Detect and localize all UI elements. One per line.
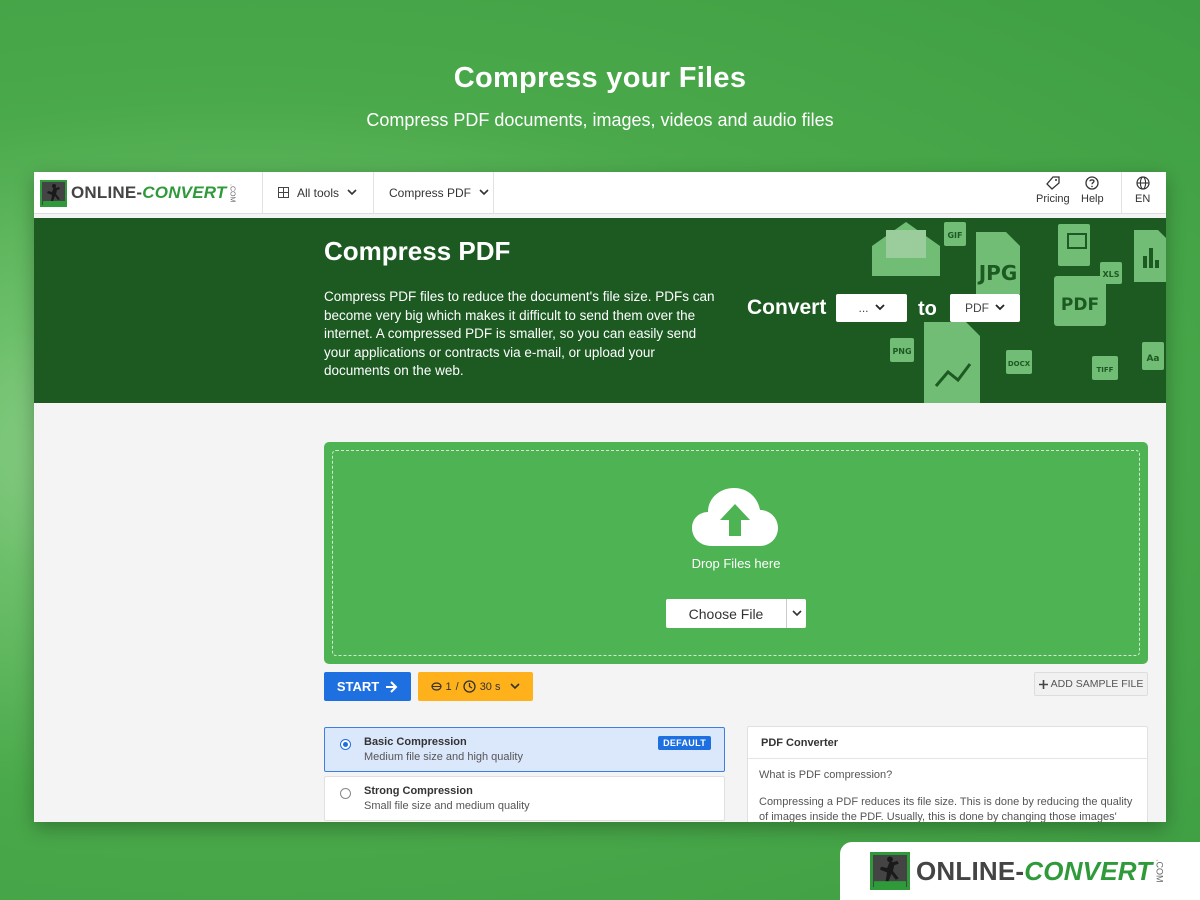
svg-text:JPG: JPG: [977, 261, 1018, 285]
time-estimate: 30 s: [479, 680, 501, 693]
pricing-label: Pricing: [1036, 193, 1070, 205]
option-basic-compression[interactable]: Basic Compression Medium file size and h…: [324, 727, 725, 772]
grid-icon: [278, 186, 289, 201]
credit-count: 1: [445, 680, 452, 693]
add-sample-file-button[interactable]: ADD SAMPLE FILE: [1034, 672, 1148, 696]
coin-icon: [430, 682, 442, 691]
svg-text:TIFF: TIFF: [1097, 366, 1114, 374]
trend-file-icon: [924, 322, 980, 403]
brand-logo-footer: ONLINE-CONVERT .COM: [840, 842, 1200, 900]
credit-separator: /: [455, 680, 459, 693]
radio-basic[interactable]: [340, 739, 351, 750]
chevron-down-icon: [347, 188, 357, 199]
globe-icon: [1136, 176, 1150, 193]
help-link[interactable]: Help: [1081, 176, 1104, 210]
file-types-illustration: JPG PDF GIF XLS PNG DOCX TIFF Aa: [872, 222, 1166, 403]
language-selector[interactable]: EN: [1135, 176, 1150, 210]
info-card-header: PDF Converter: [748, 727, 1147, 759]
chevron-down-icon: [510, 683, 521, 690]
compress-pdf-label: Compress PDF: [389, 186, 472, 200]
file-drop-zone[interactable]: Drop Files here Choose File: [324, 442, 1148, 664]
hero-title: Compress your Files: [453, 62, 747, 94]
logo-com: .COM: [228, 183, 236, 203]
arrow-right-icon: [386, 680, 398, 693]
svg-text:DOCX: DOCX: [1008, 360, 1031, 368]
choose-file-button[interactable]: Choose File: [666, 599, 786, 628]
option-subtitle: Small file size and medium quality: [364, 800, 530, 812]
all-tools-label: All tools: [297, 186, 340, 200]
logo-mark-icon: [870, 852, 910, 890]
option-title: Basic Compression: [364, 736, 467, 748]
browser-window: ONLINE-CONVERT .COM All tools Compress P…: [34, 172, 1166, 822]
chevron-down-icon: [479, 188, 489, 199]
tool-description: Compress PDF files to reduce the documen…: [324, 289, 715, 378]
option-strong-compression[interactable]: Strong Compression Small file size and m…: [324, 776, 725, 821]
cloud-upload-icon: [692, 488, 778, 546]
chevron-down-icon: [791, 610, 802, 617]
option-title: Strong Compression: [364, 785, 473, 797]
credits-time-indicator[interactable]: 1 / 30 s: [418, 672, 533, 701]
svg-text:GIF: GIF: [947, 231, 962, 240]
hero-subtitle: Compress PDF documents, images, videos a…: [366, 110, 834, 130]
add-sample-label: ADD SAMPLE FILE: [1050, 678, 1144, 690]
logo-text: ONLINE-CONVERT: [71, 183, 227, 202]
help-icon: [1085, 176, 1099, 193]
convert-label: Convert: [747, 296, 827, 319]
radio-strong[interactable]: [340, 788, 351, 799]
option-subtitle: Medium file size and high quality: [364, 751, 523, 763]
top-navigation: ONLINE-CONVERT .COM All tools Compress P…: [34, 172, 1166, 214]
choose-file-dropdown[interactable]: [786, 599, 806, 628]
clock-icon: [463, 680, 476, 693]
default-badge: DEFAULT: [658, 736, 711, 750]
page-title: Compress PDF: [324, 236, 511, 266]
logo-com: .COM: [1154, 859, 1165, 883]
tag-icon: [1045, 176, 1060, 193]
svg-text:Aa: Aa: [1146, 354, 1159, 364]
svg-text:PDF: PDF: [1061, 295, 1099, 315]
help-label: Help: [1081, 193, 1104, 205]
language-label: EN: [1135, 193, 1151, 205]
drop-files-text: Drop Files here: [691, 556, 781, 571]
logo-text: ONLINE-CONVERT: [916, 855, 1153, 886]
info-question: What is PDF compression?: [759, 769, 893, 781]
logo-mark-icon: [40, 179, 67, 207]
all-tools-menu[interactable]: All tools: [278, 172, 357, 214]
site-logo[interactable]: ONLINE-CONVERT .COM: [40, 177, 236, 209]
start-button[interactable]: START: [324, 672, 411, 701]
pricing-link[interactable]: Pricing: [1036, 176, 1070, 210]
svg-text:XLS: XLS: [1102, 270, 1119, 279]
start-label: START: [336, 679, 380, 694]
svg-text:PNG: PNG: [892, 347, 911, 356]
plus-icon: [1038, 679, 1048, 689]
info-body: Compressing a PDF reduces its file size.…: [759, 796, 1133, 822]
compress-pdf-menu[interactable]: Compress PDF: [389, 172, 489, 214]
pdf-converter-info-card: PDF Converter What is PDF compression? C…: [747, 726, 1148, 822]
tool-banner: Compress PDF Compress PDF files to reduc…: [34, 218, 1166, 403]
